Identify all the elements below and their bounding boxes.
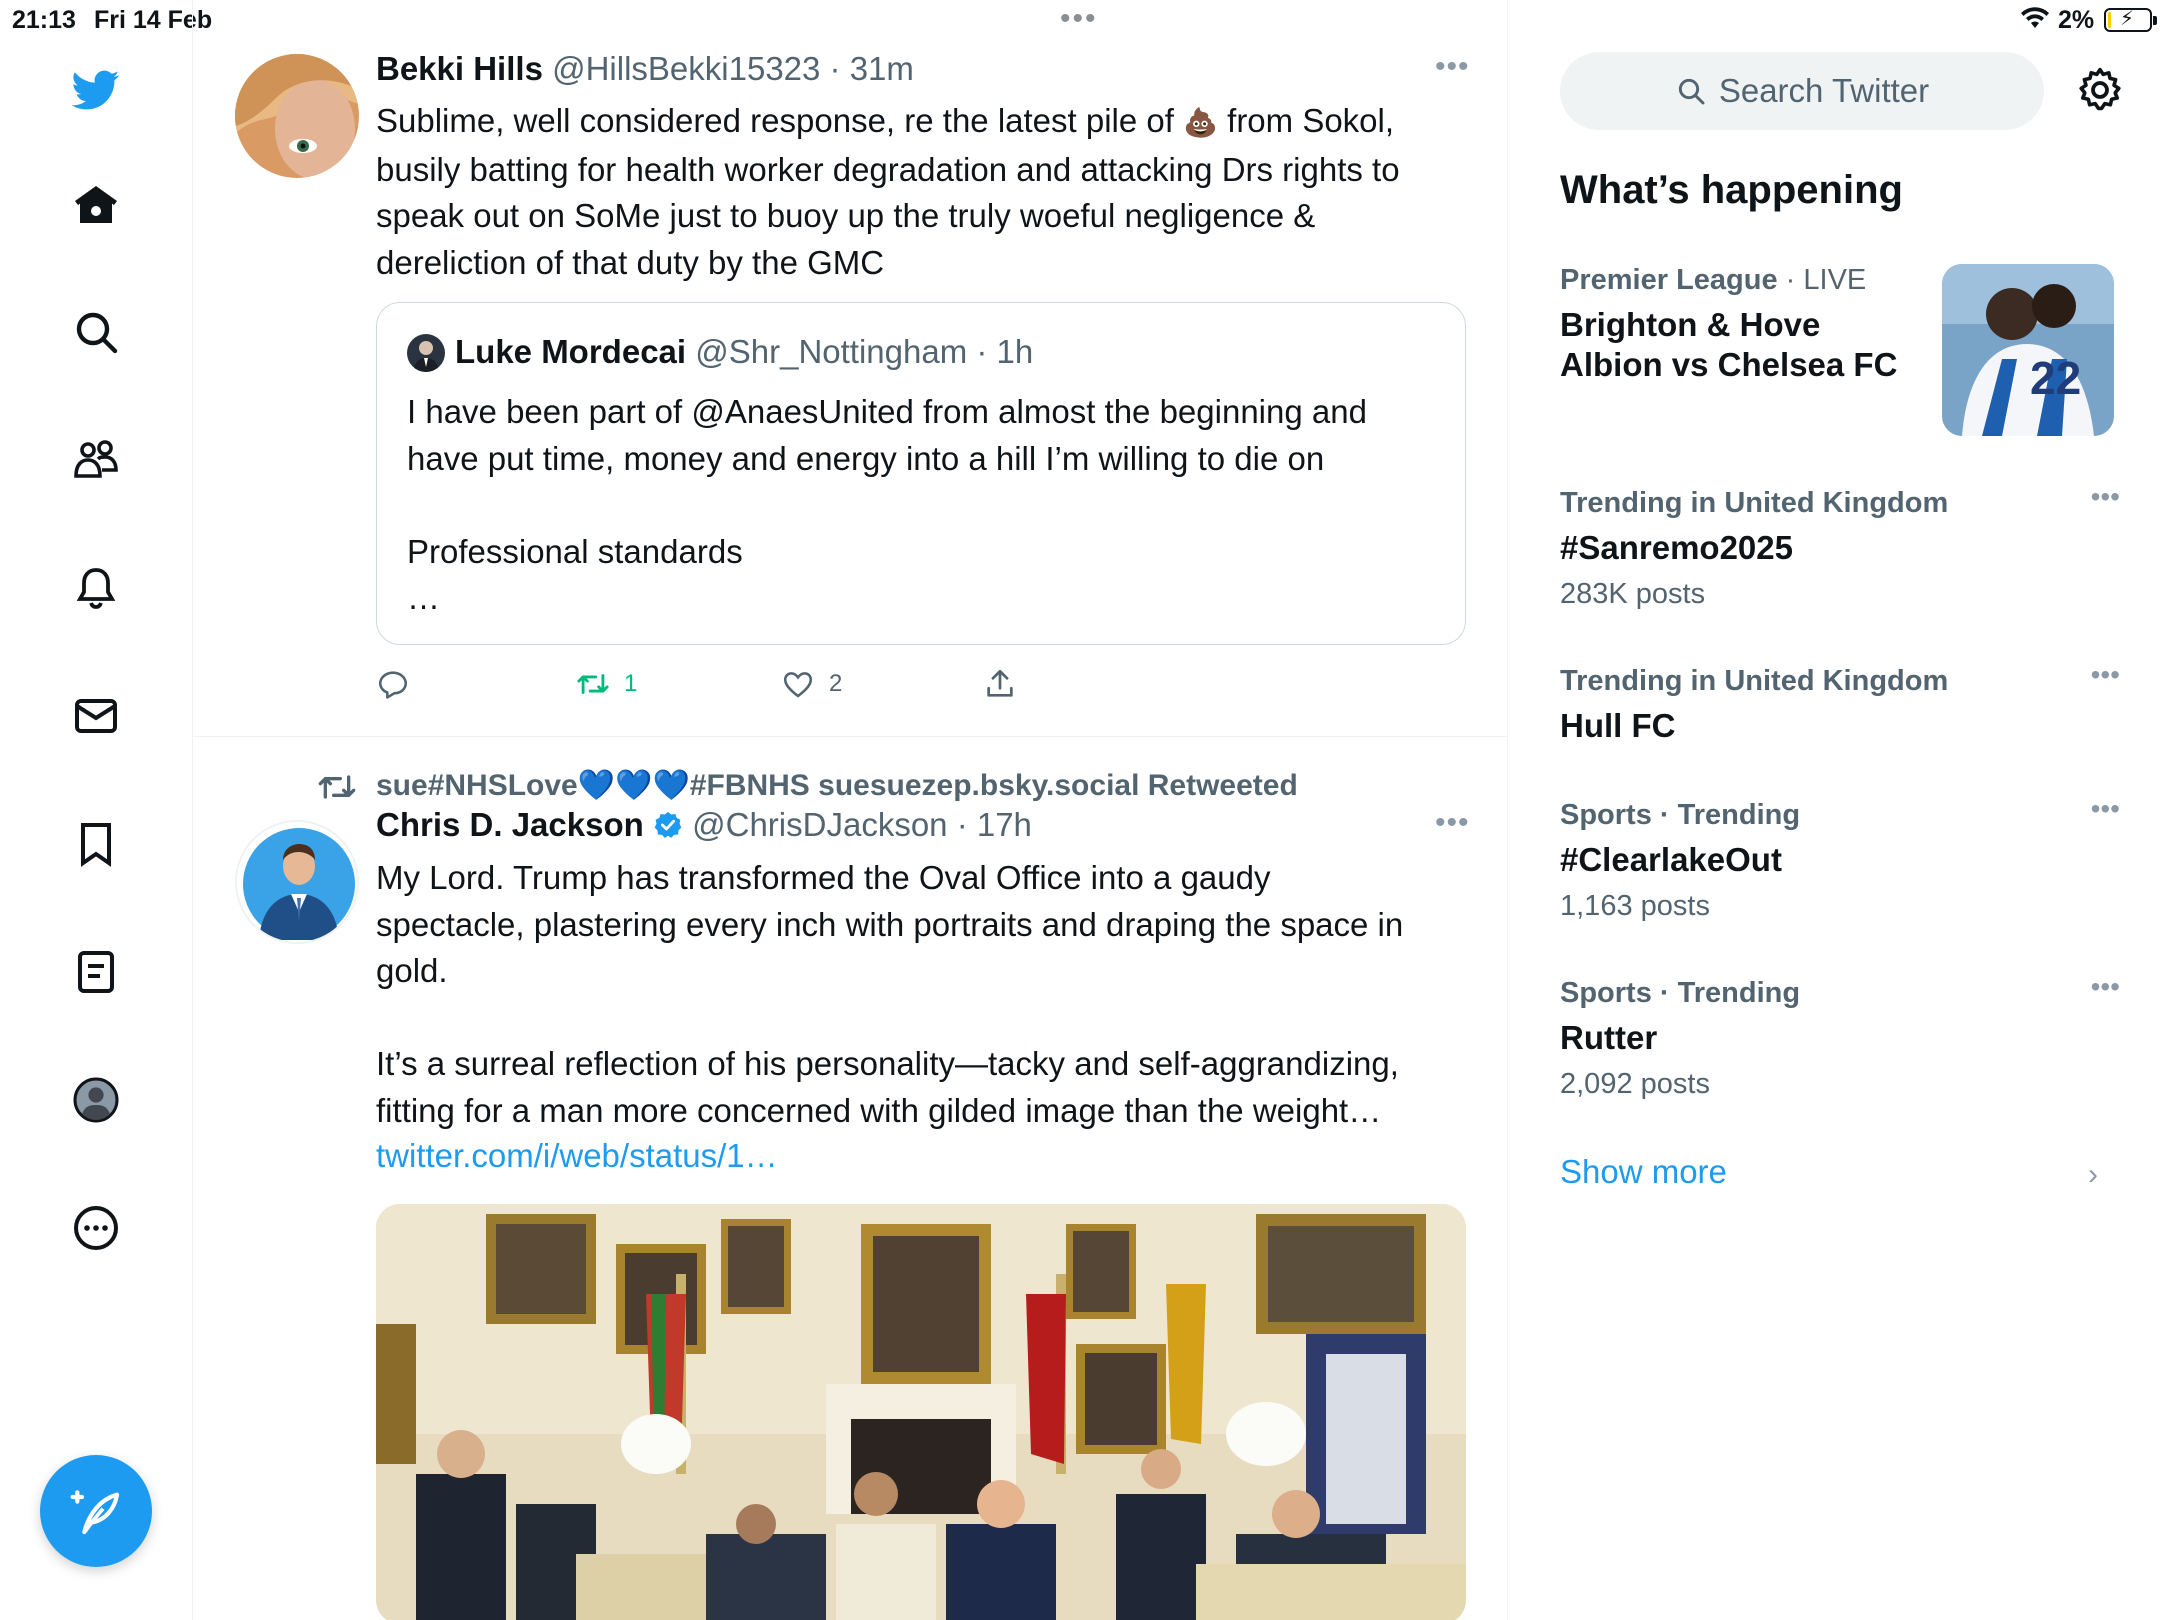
- quoted-author-name: Luke Mordecai: [455, 333, 687, 370]
- tweet-text-part: Sublime, well considered response, re th…: [376, 102, 1184, 139]
- verified-badge-icon: [654, 811, 682, 838]
- reply-button[interactable]: [376, 667, 410, 701]
- reply-icon: [378, 671, 408, 699]
- heart-icon: [783, 672, 813, 698]
- retweet-icon: [577, 674, 609, 694]
- like-button[interactable]: 2: [781, 667, 842, 701]
- tweet-author-handle[interactable]: @ChrisDJackson · 17h: [692, 806, 1032, 843]
- settings-gear-icon[interactable]: [2076, 66, 2124, 114]
- trend-meta: Sports · Trending: [1560, 977, 1801, 1009]
- quoted-tweet[interactable]: Luke Mordecai @Shr_Nottingham · 1h I hav…: [376, 302, 1466, 645]
- show-more-link[interactable]: Show more: [1560, 1153, 1727, 1191]
- trend-live-label: · LIVE: [1777, 264, 1867, 296]
- trend-more-icon[interactable]: •••: [2091, 481, 2120, 513]
- avatar[interactable]: [235, 820, 359, 944]
- home-icon[interactable]: [66, 175, 126, 235]
- trend-more-icon[interactable]: •••: [2091, 971, 2120, 1003]
- trend-post-count: 283K posts: [1560, 578, 1706, 610]
- search-bar[interactable]: Search Twitter: [1560, 52, 2044, 130]
- trend-meta: Trending in United Kingdom: [1560, 487, 1949, 519]
- trend-meta: Sports · Trending: [1560, 799, 1801, 831]
- trend-meta: Premier League: [1560, 264, 1778, 296]
- tweet-author-name[interactable]: Bekki Hills: [376, 50, 543, 87]
- trend-post-count: 1,163 posts: [1560, 890, 1710, 922]
- left-navigation: [0, 0, 193, 1620]
- tweet-bekki-hills[interactable]: Bekki Hills @HillsBekki15323 · 31m ••• S…: [193, 0, 1507, 737]
- lists-icon[interactable]: [66, 942, 126, 1002]
- share-button[interactable]: [983, 667, 1017, 701]
- whats-happening-heading: What’s happening: [1560, 168, 1903, 212]
- like-count: 2: [829, 670, 843, 697]
- retweeted-by-label[interactable]: sue#NHSLove💙💙💙#FBNHS suesuezep.bsky.soci…: [376, 768, 1298, 803]
- tweet-text: My Lord. Trump has transformed the Oval …: [376, 859, 1404, 1129]
- compose-tweet-button[interactable]: [40, 1455, 152, 1567]
- retweet-button[interactable]: 1: [576, 667, 637, 701]
- bookmarks-icon[interactable]: [66, 814, 126, 874]
- trend-more-icon[interactable]: •••: [2091, 659, 2120, 691]
- avatar[interactable]: [235, 54, 359, 178]
- trend-item[interactable]: Sports · Trending #ClearlakeOut 1,163 po…: [1560, 793, 2120, 923]
- tweet-photo[interactable]: [376, 1204, 1466, 1620]
- trend-item[interactable]: Trending in United Kingdom Hull FC •••: [1560, 659, 2120, 746]
- trend-topic: #Sanremo2025: [1560, 529, 1793, 566]
- poop-emoji-icon: 💩: [1183, 107, 1218, 138]
- quoted-text: I have been part of @AnaesUnited from al…: [407, 393, 1367, 616]
- tweet-author-handle[interactable]: @HillsBekki15323 · 31m: [552, 50, 914, 87]
- tweet-more-icon[interactable]: •••: [1435, 806, 1470, 840]
- trend-topic: #ClearlakeOut: [1560, 841, 1782, 878]
- trend-topic: Hull FC: [1560, 707, 1676, 744]
- right-sidebar: Search Twitter What’s happening Premier …: [1508, 0, 2160, 1620]
- twitter-logo-icon[interactable]: [66, 60, 126, 120]
- trend-image[interactable]: 22: [1942, 264, 2114, 436]
- tweet-text: Sublime, well considered response, re th…: [376, 98, 1476, 286]
- svg-text:22: 22: [2030, 352, 2081, 404]
- search-icon: [1678, 78, 1705, 105]
- trend-topic: Rutter: [1560, 1019, 1658, 1056]
- trend-topic: Brighton & Hove Albion vs Chelsea FC: [1560, 306, 1898, 383]
- tweet-link[interactable]: twitter.com/i/web/status/1…: [376, 1133, 778, 1180]
- share-icon: [987, 669, 1013, 697]
- quoted-avatar: [407, 334, 445, 372]
- trend-more-icon[interactable]: •••: [2091, 793, 2120, 825]
- trend-item[interactable]: Premier League · LIVE Brighton & Hove Al…: [1560, 264, 1940, 385]
- messages-icon[interactable]: [66, 686, 126, 746]
- trend-item[interactable]: Trending in United Kingdom #Sanremo2025 …: [1560, 481, 2120, 611]
- timeline[interactable]: Bekki Hills @HillsBekki15323 · 31m ••• S…: [193, 0, 1508, 1620]
- trend-post-count: 2,092 posts: [1560, 1068, 1710, 1100]
- communities-icon[interactable]: [66, 430, 126, 490]
- tweet-more-icon[interactable]: •••: [1435, 50, 1470, 84]
- tweet-author-name[interactable]: Chris D. Jackson: [376, 806, 644, 843]
- search-icon[interactable]: [66, 302, 126, 362]
- chevron-right-icon[interactable]: ›: [2088, 1158, 2098, 1192]
- retweeted-icon: [318, 775, 356, 799]
- trend-meta: Trending in United Kingdom: [1560, 665, 1949, 697]
- more-icon[interactable]: [66, 1198, 126, 1258]
- compose-quill-icon: [70, 1490, 120, 1535]
- quoted-author-handle: @Shr_Nottingham · 1h: [695, 333, 1034, 370]
- profile-icon[interactable]: [66, 1070, 126, 1130]
- notifications-icon[interactable]: [66, 558, 126, 618]
- trend-item[interactable]: Sports · Trending Rutter 2,092 posts •••: [1560, 971, 2120, 1101]
- retweet-count: 1: [624, 670, 638, 697]
- search-placeholder: Search Twitter: [1718, 72, 1930, 109]
